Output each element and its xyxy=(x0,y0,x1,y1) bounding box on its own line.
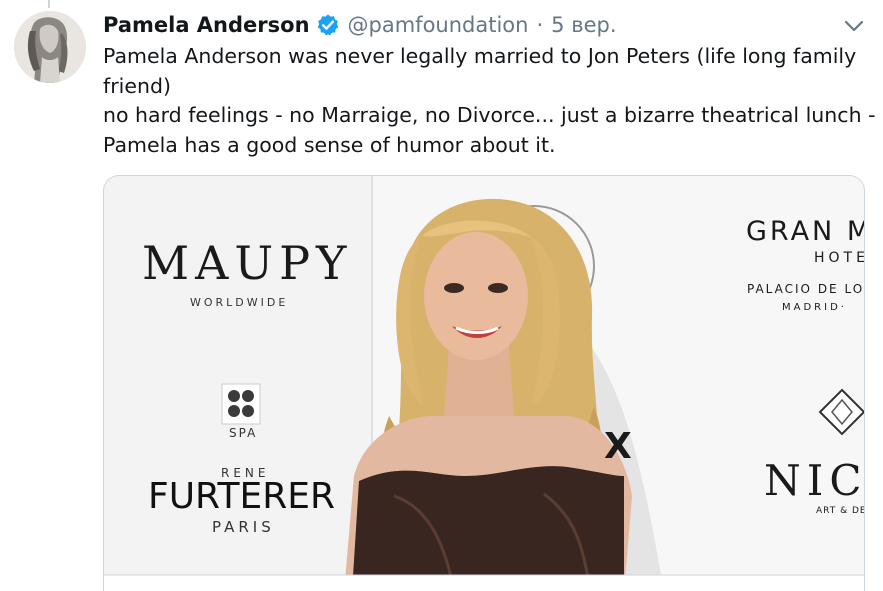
backdrop-art-de-text: ART & DE xyxy=(816,506,865,516)
chevron-down-icon[interactable] xyxy=(843,16,865,36)
avatar-image xyxy=(14,11,86,83)
tweet-media-photo[interactable]: MAUPY WORLDWIDE SPA RENE FURTERER PARIS … xyxy=(103,175,865,591)
backdrop-maupy-text: MAUPY xyxy=(142,236,353,290)
display-name[interactable]: Pamela Anderson xyxy=(103,13,310,37)
tweet-text-line: no hard feelings - no Marraige, no Divor… xyxy=(103,103,876,127)
tweet-date[interactable]: 5 вер. xyxy=(551,13,616,37)
backdrop-gran-text: GRAN M xyxy=(746,216,865,247)
tweet-text: Pamela Anderson was never legally marrie… xyxy=(103,42,876,160)
backdrop-madrid-text: MADRID· xyxy=(782,302,847,313)
separator-dot: · xyxy=(536,13,544,37)
backdrop-nic-text: NIC xyxy=(764,456,865,505)
verified-badge-icon xyxy=(316,13,340,37)
tweet-header: Pamela Anderson @pamfoundation · 5 вер. xyxy=(103,10,617,40)
thread-line xyxy=(48,0,50,8)
backdrop-paris-text: PARIS xyxy=(212,518,275,536)
tweet-text-line: friend) xyxy=(103,73,171,98)
backdrop-maupy-sub-text: WORLDWIDE xyxy=(190,296,289,309)
backdrop-palacio-text: PALACIO DE LO xyxy=(747,282,865,296)
backdrop-furterer-text: FURTERER xyxy=(148,476,335,517)
tweet: Pamela Anderson @pamfoundation · 5 вер. … xyxy=(0,0,883,591)
handle[interactable]: @pamfoundation xyxy=(348,13,529,37)
backdrop-hotel-text: HOTE xyxy=(814,250,865,266)
backdrop-spa-text: SPA xyxy=(229,426,258,440)
tweet-text-line: Pamela has a good sense of humor about i… xyxy=(103,132,556,157)
avatar[interactable] xyxy=(14,11,86,83)
backdrop-x-text: X xyxy=(604,426,632,467)
tweet-text-line: Pamela Anderson was never legally marrie… xyxy=(103,44,857,68)
